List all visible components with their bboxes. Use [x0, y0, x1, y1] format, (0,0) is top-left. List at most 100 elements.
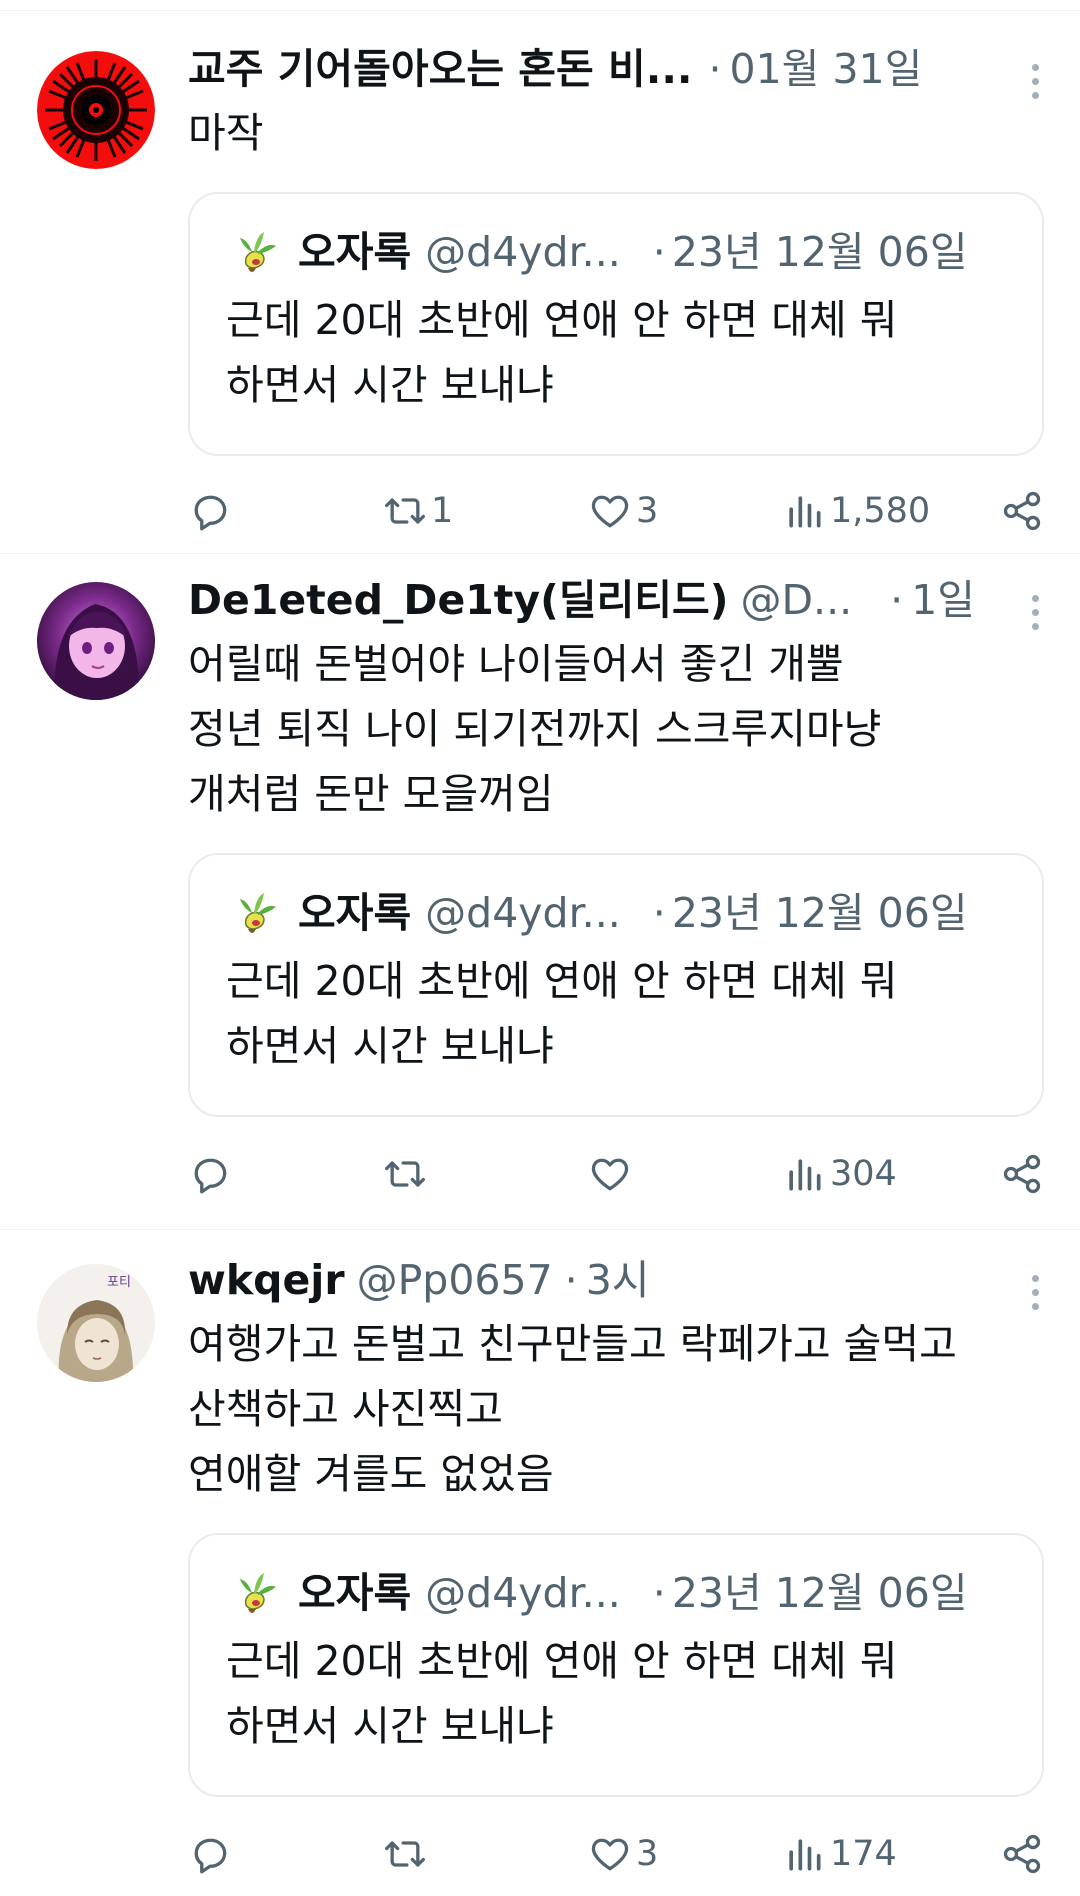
display-name[interactable]: 교주 기어돌아오는 혼돈 비...	[188, 37, 692, 101]
quoted-timestamp: 23년 12월 06일	[671, 1569, 968, 1617]
view-count: 304	[830, 1154, 897, 1194]
avatar[interactable]	[37, 51, 155, 169]
views-icon	[789, 1839, 821, 1871]
share-button[interactable]	[1000, 481, 1044, 541]
sketch-character-avatar: 포티	[37, 1264, 155, 1382]
tweet-body: wkqejr @Pp0657 · 3시 여행가고 돈벌고 친구만들고 락페가고 …	[188, 1248, 1050, 1797]
separator-dot: ·	[564, 1256, 578, 1304]
quoted-timestamp: 23년 12월 06일	[671, 228, 968, 276]
reply-button[interactable]	[188, 1824, 236, 1884]
heart-icon	[591, 1158, 629, 1191]
retweet-button[interactable]	[383, 1824, 431, 1884]
quoted-tweet[interactable]: 오자록 @d4ydr... · 23년 12월 06일 근데 20대 초반에 연…	[188, 853, 1044, 1117]
tweet-text: 마작	[188, 109, 264, 157]
quoted-avatar	[226, 885, 282, 941]
plant-pokemon-avatar	[240, 893, 276, 933]
quoted-handle[interactable]: @d4ydr...	[425, 883, 621, 943]
reply-icon	[194, 1838, 227, 1874]
handle[interactable]: @Pp0657	[357, 1248, 553, 1312]
views-button[interactable]: 1,580	[782, 481, 930, 541]
share-button[interactable]	[1000, 1824, 1044, 1884]
like-count: 3	[636, 1834, 659, 1874]
quoted-handle[interactable]: @d4ydr...	[425, 222, 621, 282]
more-options-button[interactable]	[1020, 59, 1050, 103]
tweet-header: De1eted_De1ty(딜리티드) @D... · 1일	[188, 568, 1050, 632]
quoted-tweet-text: 근데 20대 초반에 연애 안 하면 대체 뭐 하면서 시간 보내냐	[226, 296, 898, 409]
tweet[interactable]: 교주 기어돌아오는 혼돈 비... · 01월 31일 마작 오자록 @d4yd…	[0, 11, 1080, 554]
retweet-icon	[385, 1841, 425, 1867]
display-name[interactable]: De1eted_De1ty(딜리티드)	[188, 568, 728, 632]
plant-pokemon-avatar	[240, 1573, 276, 1613]
heart-icon	[591, 1838, 629, 1871]
like-button[interactable]	[588, 1144, 636, 1204]
action-bar: 3 174	[188, 1824, 1050, 1884]
quoted-display-name[interactable]: 오자록	[298, 883, 411, 943]
separator-dot: ·	[708, 45, 722, 93]
quoted-tweet-header: 오자록 @d4ydr... · 23년 12월 06일	[226, 1563, 1008, 1623]
tweet-header: 교주 기어돌아오는 혼돈 비... · 01월 31일	[188, 37, 1050, 101]
like-button[interactable]: 3	[588, 481, 658, 541]
quoted-avatar	[226, 1565, 282, 1621]
separator-dot: ·	[652, 1569, 666, 1617]
quoted-tweet-header: 오자록 @d4ydr... · 23년 12월 06일	[226, 883, 1008, 943]
quoted-timestamp: 23년 12월 06일	[671, 889, 968, 937]
black-mandala-on-red-avatar	[37, 51, 155, 169]
retweet-button[interactable]	[383, 1144, 431, 1204]
views-button[interactable]: 304	[782, 1144, 897, 1204]
quoted-tweet-text: 근데 20대 초반에 연애 안 하면 대체 뭐 하면서 시간 보내냐	[226, 1637, 898, 1750]
tweet-text: 여행가고 돈벌고 친구만들고 락페가고 술먹고 산책하고 사진찍고 연애할 겨를…	[188, 1320, 957, 1498]
reply-button[interactable]	[188, 481, 236, 541]
retweet-icon	[385, 1161, 425, 1187]
retweet-icon	[385, 498, 425, 524]
avatar[interactable]: 포티	[37, 1264, 155, 1382]
reply-icon	[194, 1158, 227, 1194]
reply-icon	[194, 495, 227, 531]
views-button[interactable]: 174	[782, 1824, 897, 1884]
quoted-display-name[interactable]: 오자록	[298, 222, 411, 282]
quoted-tweet[interactable]: 오자록 @d4ydr... · 23년 12월 06일 근데 20대 초반에 연…	[188, 1533, 1044, 1797]
separator-dot: ·	[652, 228, 666, 276]
tweet-header: wkqejr @Pp0657 · 3시	[188, 1248, 1050, 1312]
reply-button[interactable]	[188, 1144, 236, 1204]
separator-dot: ·	[890, 576, 904, 624]
plant-pokemon-avatar	[240, 232, 276, 272]
timestamp[interactable]: 3시	[586, 1248, 650, 1312]
svg-text:포티: 포티	[107, 1275, 131, 1290]
timestamp[interactable]: 01월 31일	[730, 37, 923, 101]
tweet[interactable]: De1eted_De1ty(딜리티드) @D... · 1일 어릴때 돈벌어야 …	[0, 554, 1080, 1230]
purple-anime-girl-avatar	[37, 582, 155, 700]
timestamp[interactable]: 1일	[911, 568, 975, 632]
quoted-tweet-header: 오자록 @d4ydr... · 23년 12월 06일	[226, 222, 1008, 282]
retweet-count: 1	[431, 491, 454, 531]
action-bar: 304	[188, 1144, 1050, 1204]
display-name[interactable]: wkqejr	[188, 1248, 345, 1312]
quoted-handle[interactable]: @d4ydr...	[425, 1563, 621, 1623]
quoted-avatar	[226, 224, 282, 280]
tweet[interactable]: 포티 wkqejr @Pp0657 · 3시 여행가고 돈벌고 친구만들고 락페…	[0, 1230, 1080, 1887]
share-icon	[1003, 1154, 1041, 1194]
quoted-display-name[interactable]: 오자록	[298, 1563, 411, 1623]
action-bar: 1 3 1,580	[188, 481, 1050, 541]
like-count: 3	[636, 491, 659, 531]
more-options-button[interactable]	[1020, 1270, 1050, 1314]
heart-icon	[591, 495, 629, 528]
separator-dot: ·	[652, 889, 666, 937]
like-button[interactable]: 3	[588, 1824, 658, 1884]
quoted-tweet[interactable]: 오자록 @d4ydr... · 23년 12월 06일 근데 20대 초반에 연…	[188, 192, 1044, 456]
share-button[interactable]	[1000, 1144, 1044, 1204]
share-icon	[1003, 491, 1041, 531]
more-options-button[interactable]	[1020, 590, 1050, 634]
tweet-text: 어릴때 돈벌어야 나이들어서 좋긴 개뿔 정년 퇴직 나이 되기전까지 스크루지…	[188, 640, 882, 818]
timeline-feed: 교주 기어돌아오는 혼돈 비... · 01월 31일 마작 오자록 @d4yd…	[0, 10, 1080, 1896]
view-count: 174	[830, 1834, 897, 1874]
quoted-tweet-text: 근데 20대 초반에 연애 안 하면 대체 뭐 하면서 시간 보내냐	[226, 957, 898, 1070]
share-icon	[1003, 1834, 1041, 1874]
tweet-body: 교주 기어돌아오는 혼돈 비... · 01월 31일 마작 오자록 @d4yd…	[188, 37, 1050, 456]
tweet-body: De1eted_De1ty(딜리티드) @D... · 1일 어릴때 돈벌어야 …	[188, 568, 1050, 1117]
views-icon	[789, 1159, 821, 1191]
view-count: 1,580	[830, 491, 931, 531]
views-icon	[789, 496, 821, 528]
avatar[interactable]	[37, 582, 155, 700]
handle[interactable]: @D...	[740, 568, 852, 632]
retweet-button[interactable]: 1	[383, 481, 453, 541]
